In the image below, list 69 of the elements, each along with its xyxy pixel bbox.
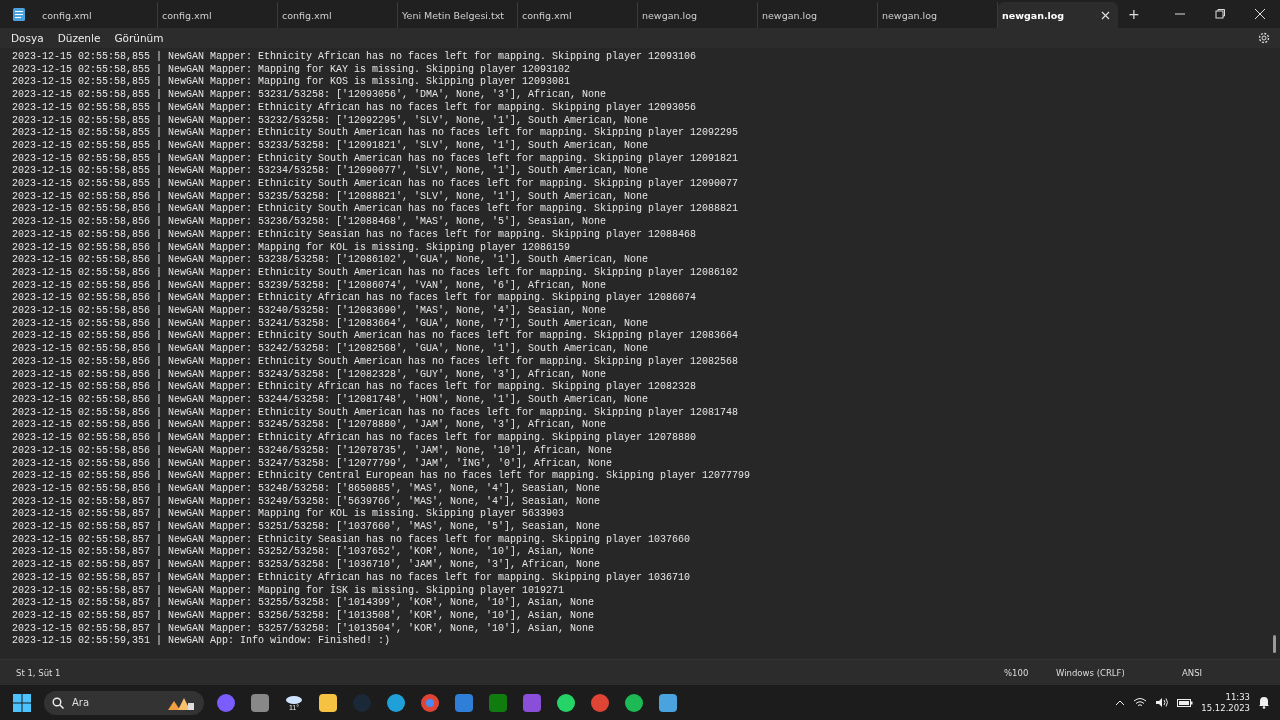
wifi-icon[interactable] <box>1133 697 1148 708</box>
restore-icon <box>1215 9 1225 19</box>
log-line: 2023-12-15 02:55:58,856 | NewGAN Mapper: 53236/53258: ['12088468', 'MAS', None, '5'], Seasian, None <box>12 216 607 229</box>
log-line: 2023-12-15 02:55:58,855 | NewGAN Mapper: Ethnicity African has no faces left for mapping. Skipping player 12093056 <box>12 101 697 115</box>
line-ending: Windows (CRLF) <box>1056 667 1126 678</box>
battery-icon[interactable] <box>1177 697 1194 708</box>
log-line: 2023-12-15 02:55:58,856 | NewGAN Mapper: Ethnicity South American has no faces left for mapping. Skipping player 12086102 <box>12 266 739 280</box>
log-line: 2023-12-15 02:55:58,855 | NewGAN Mapper: Mapping for KOS is missing. Skipping player 12093081 <box>12 76 571 89</box>
log-line: 2023-12-15 02:55:58,856 | NewGAN Mapper: 53239/53258: ['12086074', 'VAN', None, '6'], African, None <box>12 279 607 292</box>
log-line: 2023-12-15 02:55:58,856 | NewGAN Mapper: Ethnicity South American has no faces left for mapping. Skipping player 12081748 <box>12 406 739 419</box>
log-line: 2023-12-15 02:55:58,857 | NewGAN Mapper: 53249/53258: ['5639766', 'MAS', None, '4'], Seasian, None <box>12 495 601 508</box>
log-line: 2023-12-15 02:55:58,856 | NewGAN Mapper: 53243/53258: ['12082328', 'GUY', None, '3'], African, None <box>12 368 607 381</box>
cloud-icon <box>285 694 303 704</box>
log-line: 2023-12-15 02:55:58,856 | NewGAN Mapper: 53246/53258: ['12078735', 'JAM', None, '10'], African, None <box>12 444 613 457</box>
log-line: 2023-12-15 02:55:58,855 | NewGAN Mapper: Mapping for KAY is missing. Skipping player 12093102 <box>12 63 571 76</box>
log-line: 2023-12-15 02:55:58,857 | NewGAN Mapper: Ethnicity Seasian has no faces left for mapping. Skipping player 1037660 <box>12 533 691 546</box>
log-line: 2023-12-15 02:55:58,856 | NewGAN Mapper: 53242/53258: ['12082568', 'GUA', None, '1'], South American, None <box>12 343 649 356</box>
log-line: 2023-12-15 02:55:58,856 | NewGAN Mapper: Mapping for KOL is missing. Skipping player 12086159 <box>12 241 571 254</box>
log-line: 2023-12-15 02:55:58,855 | NewGAN Mapper: 53232/53258: ['12092295', 'SLV', None, '1'], South American, None <box>12 114 649 127</box>
log-line: 2023-12-15 02:55:58,855 | NewGAN Mapper: 53231/53258: ['12093056', 'DMA', None, '3'], African, None <box>12 89 607 102</box>
log-line: 2023-12-15 02:55:58,856 | NewGAN Mapper: Ethnicity South American has no faces left for mapping. Skipping player 12088821 <box>12 203 739 216</box>
log-line: 2023-12-15 02:55:58,857 | NewGAN Mapper: Mapping for KOL is missing. Skipping player 5633903 <box>12 508 565 521</box>
log-line: 2023-12-15 02:55:58,855 | NewGAN Mapper: Ethnicity African has no faces left for mapping. Skipping player 12093106 <box>12 51 697 64</box>
log-line: 2023-12-15 02:55:58,857 | NewGAN Mapper: 53256/53258: ['1013508', 'KOR', None, '10'], Asian, None <box>12 609 595 623</box>
log-line: 2023-12-15 02:55:58,856 | NewGAN Mapper: 53238/53258: ['12086102', 'GUA', None, '1'], South American, None <box>12 254 649 267</box>
log-line: 2023-12-15 02:55:58,856 | NewGAN Mapper: Ethnicity African has no faces left for mapping. Skipping player 12078880 <box>12 432 697 445</box>
search-icon <box>52 696 64 709</box>
bell-icon[interactable] <box>1258 696 1270 709</box>
clock[interactable]: 11:33 15.12.2023 <box>1201 691 1250 714</box>
log-line: 2023-12-15 02:55:58,856 | NewGAN Mapper: 53240/53258: ['12083690', 'MAS', None, '4'], Seasian, None <box>12 305 607 318</box>
close-icon[interactable] <box>1101 10 1110 20</box>
log-line: 2023-12-15 02:55:59,351 | NewGAN App: Info window: Finished! :) <box>12 635 391 649</box>
menu-item[interactable]: Görünüm <box>107 32 171 44</box>
log-line: 2023-12-15 02:55:58,856 | NewGAN Mapper: Ethnicity Seasian has no faces left for mapping. Skipping player 12088468 <box>12 228 697 242</box>
log-line: 2023-12-15 02:55:58,855 | NewGAN Mapper: Ethnicity South American has no faces left for mapping. Skipping player 12090077 <box>12 178 739 191</box>
log-line: 2023-12-15 02:55:58,857 | NewGAN Mapper: 53257/53258: ['1013504', 'KOR', None, '10'], Asian, None <box>12 622 595 635</box>
new-tab-button[interactable]: + <box>1118 0 1150 28</box>
close-icon <box>1255 9 1265 19</box>
encoding: ANSI <box>1182 667 1204 678</box>
zoom-level: %100 <box>1004 667 1030 678</box>
log-line: 2023-12-15 02:55:58,856 | NewGAN Mapper: 53245/53258: ['12078880', 'JAM', None, '3'], African, None <box>12 419 607 432</box>
log-line: 2023-12-15 02:55:58,856 | NewGAN Mapper: 53241/53258: ['12083664', 'GUA', None, '7'], South American, None <box>12 317 649 330</box>
search-field[interactable]: Ara <box>44 690 204 715</box>
log-line: 2023-12-15 02:55:58,857 | NewGAN Mapper: Ethnicity African has no faces left for mapping. Skipping player 1036710 <box>12 571 691 584</box>
log-line: 2023-12-15 02:55:58,856 | NewGAN Mapper: Ethnicity South American has no faces left for mapping. Skipping player 12082568 <box>12 355 739 369</box>
log-line: 2023-12-15 02:55:58,856 | NewGAN Mapper: 53235/53258: ['12088821', 'SLV', None, '1'], South American, None <box>12 190 649 203</box>
log-line: 2023-12-15 02:55:58,856 | NewGAN Mapper: Ethnicity African has no faces left for mapping. Skipping player 12086074 <box>12 292 697 305</box>
log-line: 2023-12-15 02:55:58,856 | NewGAN Mapper: Ethnicity South American has no faces left for mapping. Skipping player 12083664 <box>12 330 739 343</box>
log-line: 2023-12-15 02:55:58,857 | NewGAN Mapper: 53253/53258: ['1036710', 'JAM', None, '3'], African, None <box>12 559 601 572</box>
log-line: 2023-12-15 02:55:58,856 | NewGAN Mapper: Ethnicity African has no faces left for mapping. Skipping player 12082328 <box>12 381 697 394</box>
tab[interactable]: newgan.log <box>998 2 1118 28</box>
log-line: 2023-12-15 02:55:58,857 | NewGAN Mapper: Mapping for İSK is missing. Skipping player 1019271 <box>12 584 565 597</box>
log-line: 2023-12-15 02:55:58,857 | NewGAN Mapper: 53251/53258: ['1037660', 'MAS', None, '5'], Seasian, None <box>12 521 601 534</box>
menu-item[interactable]: Düzenle <box>50 32 108 44</box>
scrollbar-thumb[interactable] <box>1273 635 1276 653</box>
menu-item[interactable]: Dosya <box>4 32 51 44</box>
log-line: 2023-12-15 02:55:58,857 | NewGAN Mapper: 53255/53258: ['1014399', 'KOR', None, '10'], Asian, None <box>12 597 595 610</box>
log-line: 2023-12-15 02:55:58,855 | NewGAN Mapper: 53234/53258: ['12090077', 'SLV', None, '1'], South American, None <box>12 165 649 178</box>
log-line: 2023-12-15 02:55:58,855 | NewGAN Mapper: Ethnicity South American has no faces left for mapping. Skipping player 12092295 <box>12 127 739 140</box>
log-line: 2023-12-15 02:55:58,857 | NewGAN Mapper: 53252/53258: ['1037652', 'KOR', None, '10'], Asian, None <box>12 546 595 559</box>
log-line: 2023-12-15 02:55:58,855 | NewGAN Mapper: 53233/53258: ['12091821', 'SLV', None, '1'], South American, None <box>12 139 649 153</box>
chevron-up-icon[interactable] <box>1115 699 1126 706</box>
log-line: 2023-12-15 02:55:58,856 | NewGAN Mapper: 53248/53258: ['8650885', 'MAS', None, '4'], Seasian, None <box>12 482 601 496</box>
log-line: 2023-12-15 02:55:58,856 | NewGAN Mapper: 53244/53258: ['12081748', 'HON', None, '1'], South American, None <box>12 394 649 407</box>
log-line: 2023-12-15 02:55:58,855 | NewGAN Mapper: Ethnicity South American has no faces left for mapping. Skipping player 12091821 <box>12 152 739 165</box>
speaker-icon[interactable] <box>1155 697 1170 708</box>
log-line: 2023-12-15 02:55:58,856 | NewGAN Mapper: Ethnicity Central European has no faces left for mapping. Skipping player 12077799 <box>12 470 751 483</box>
cursor-position: St 1, Süt 1 <box>15 667 62 678</box>
log-line: 2023-12-15 02:55:58,856 | NewGAN Mapper: 53247/53258: ['12077799', 'JAM', 'İNG', '0'], African, None <box>12 457 613 470</box>
